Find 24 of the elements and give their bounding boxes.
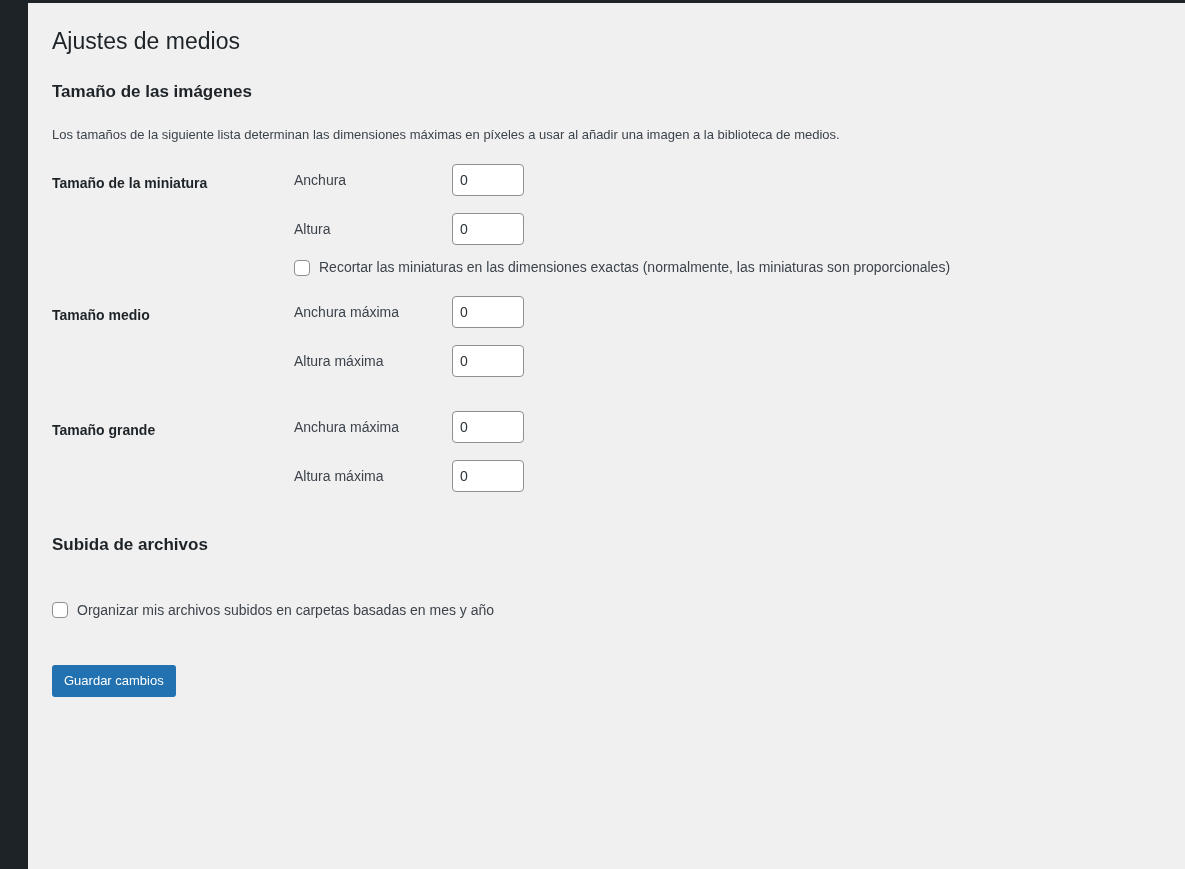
- checkbox[interactable]: [294, 259, 310, 276]
- setting-label: Tamaño medio: [52, 306, 151, 325]
- section-description: Los tamaños de la siguiente lista determinan las dimensiones máximas en píxeles a usar al añadir una imagen a la biblioteca de medios.: [52, 125, 841, 144]
- save-button[interactable]: Guardar cambios: [52, 664, 176, 697]
- section-heading: Tamaño de las imágenes: [52, 81, 253, 103]
- number-input[interactable]: 0: [452, 345, 524, 377]
- field-label: Anchura máxima: [294, 302, 401, 322]
- number-input[interactable]: 0: [452, 411, 524, 443]
- number-input[interactable]: 0: [452, 460, 524, 492]
- number-input[interactable]: 0: [452, 213, 524, 245]
- checkbox-label: Recortar las miniaturas en las dimensiones exactas (normalmente, las miniaturas son proporcionales): [319, 258, 951, 277]
- checkbox-label: Organizar mis archivos subidos en carpetas basadas en mes y año: [77, 600, 495, 620]
- page-title: Ajustes de medios: [52, 27, 241, 56]
- field-label: Anchura: [294, 170, 348, 190]
- field-label: Altura máxima: [294, 351, 385, 371]
- number-input[interactable]: 0: [452, 296, 524, 328]
- number-input[interactable]: 0: [452, 164, 524, 196]
- section-heading: Subida de archivos: [52, 534, 209, 556]
- field-label: Altura máxima: [294, 466, 385, 486]
- field-label: Anchura máxima: [294, 417, 401, 437]
- checkbox[interactable]: [52, 602, 68, 618]
- field-label: Altura: [294, 219, 332, 239]
- setting-label: Tamaño de la miniatura: [52, 174, 209, 193]
- setting-label: Tamaño grande: [52, 421, 157, 440]
